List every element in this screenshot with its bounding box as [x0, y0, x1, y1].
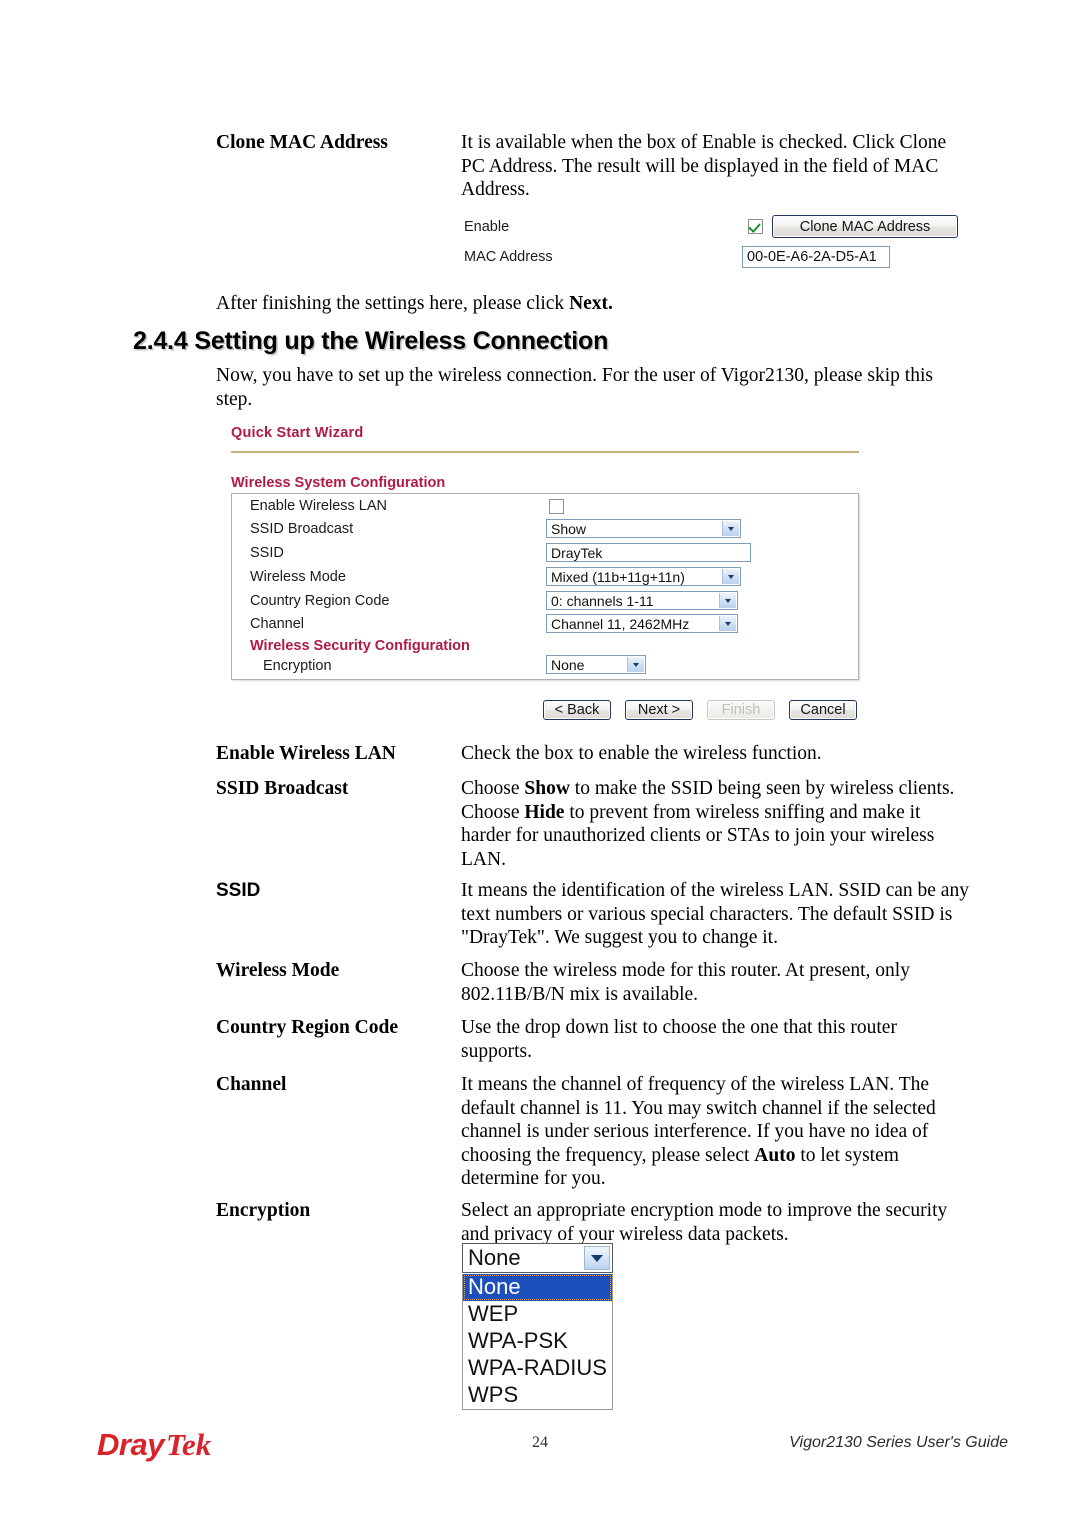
encryption-option-list[interactable]: None WEP WPA-PSK WPA-RADIUS WPS — [462, 1274, 613, 1410]
definition-description: Use the drop down list to choose the one… — [461, 1017, 897, 1062]
definition-term: Enable Wireless LAN — [216, 743, 396, 764]
mac-address-input[interactable]: 00-0E-A6-2A-D5-A1 — [742, 246, 890, 268]
mac-address-label: MAC Address — [464, 249, 553, 265]
row-label-encryption: Encryption — [263, 658, 332, 674]
wireless-mode-select[interactable]: Mixed (11b+11g+11n) — [546, 567, 741, 586]
definition-term: Country Region Code — [216, 1017, 399, 1038]
encryption-value: None — [551, 656, 585, 673]
row-label-wireless-mode: Wireless Mode — [250, 569, 346, 585]
ssid-broadcast-value: Show — [551, 520, 587, 537]
cancel-button[interactable]: Cancel — [789, 700, 857, 720]
after-note-bold: Next. — [569, 293, 613, 314]
definition-row-clone-mac: Clone MAC Address It is available when t… — [216, 131, 986, 202]
option-none[interactable]: None — [463, 1274, 612, 1301]
wireless-system-configuration-caption: Wireless System Configuration — [231, 475, 446, 491]
wizard-divider — [231, 451, 859, 453]
row-label-ssid: SSID — [250, 545, 284, 561]
wireless-mode-value: Mixed (11b+11g+11n) — [551, 568, 685, 585]
option-wps[interactable]: WPS — [463, 1382, 612, 1409]
chevron-down-icon[interactable] — [719, 593, 736, 608]
row-label-enable-wireless-lan: Enable Wireless LAN — [250, 498, 387, 514]
chevron-down-icon[interactable] — [722, 569, 739, 584]
finish-button: Finish — [707, 700, 775, 720]
encryption-combobox[interactable]: None — [462, 1243, 613, 1273]
footer-guide-title: Vigor2130 Series User's Guide — [789, 1434, 1008, 1451]
definition-term: SSID — [216, 880, 261, 901]
enable-wireless-lan-checkbox[interactable] — [549, 499, 564, 514]
back-button[interactable]: < Back — [543, 700, 611, 720]
definition-description: It is available when the box of Enable i… — [461, 132, 947, 201]
encryption-select[interactable]: None — [546, 655, 646, 674]
page-title: 2.4.4 Setting up the Wireless Connection — [133, 327, 609, 355]
ssid-input[interactable]: DrayTek — [546, 543, 751, 562]
definition-row-country-region-code: Country Region Code Use the drop down li… — [216, 1016, 986, 1063]
definition-row-ssid: SSID It means the identification of the … — [216, 879, 986, 950]
definition-term: Clone MAC Address — [216, 132, 388, 153]
definition-description: It means the identification of the wirel… — [461, 880, 969, 949]
definition-description: Select an appropriate encryption mode to… — [461, 1200, 948, 1245]
option-wpa-psk[interactable]: WPA-PSK — [463, 1328, 612, 1355]
definition-row-encryption: Encryption Select an appropriate encrypt… — [216, 1199, 986, 1246]
definition-row-channel: Channel It means the channel of frequenc… — [216, 1073, 986, 1191]
definition-description: It means the channel of frequency of the… — [461, 1074, 936, 1190]
enable-checkbox[interactable] — [748, 219, 763, 234]
country-region-code-select[interactable]: 0: channels 1-11 — [546, 591, 738, 610]
after-note-text: After finishing the settings here, pleas… — [216, 293, 570, 314]
chevron-down-icon[interactable] — [719, 616, 736, 631]
row-label-country-region-code: Country Region Code — [250, 593, 390, 609]
section-intro: Now, you have to set up the wireless con… — [216, 365, 933, 410]
definition-description: Check the box to enable the wireless fun… — [461, 743, 822, 764]
option-wpa-radius[interactable]: WPA-RADIUS — [463, 1355, 612, 1382]
definition-row-wireless-mode: Wireless Mode Choose the wireless mode f… — [216, 959, 986, 1006]
chevron-down-icon[interactable] — [627, 657, 644, 672]
option-wep[interactable]: WEP — [463, 1301, 612, 1328]
clone-mac-address-button[interactable]: Clone MAC Address — [772, 215, 958, 238]
chevron-down-icon[interactable] — [584, 1246, 610, 1270]
channel-value: Channel 11, 2462MHz — [551, 615, 690, 632]
wireless-security-configuration-caption: Wireless Security Configuration — [250, 638, 470, 654]
definition-term: Channel — [216, 1074, 287, 1095]
row-label-channel: Channel — [250, 616, 305, 632]
definition-description: Choose Show to make the SSID being seen … — [461, 778, 955, 870]
country-region-code-value: 0: channels 1-11 — [551, 592, 654, 609]
definition-term: Wireless Mode — [216, 960, 340, 981]
definition-term: SSID Broadcast — [216, 778, 349, 799]
ssid-broadcast-select[interactable]: Show — [546, 519, 741, 538]
row-label-ssid-broadcast: SSID Broadcast — [250, 521, 354, 537]
definition-term: Encryption — [216, 1200, 311, 1221]
ssid-value: DrayTek — [551, 544, 603, 561]
encryption-selected-value: None — [468, 1245, 521, 1270]
next-button[interactable]: Next > — [625, 700, 693, 720]
definition-description: Choose the wireless mode for this router… — [461, 960, 910, 1005]
enable-label: Enable — [464, 219, 510, 235]
document-page: Clone MAC Address It is available when t… — [0, 0, 1080, 1528]
definition-row-enable-wireless-lan: Enable Wireless LAN Check the box to ena… — [216, 742, 986, 766]
channel-select[interactable]: Channel 11, 2462MHz — [546, 614, 738, 633]
definition-row-ssid-broadcast: SSID Broadcast Choose Show to make the S… — [216, 777, 986, 871]
chevron-down-icon[interactable] — [722, 521, 739, 536]
wizard-title: Quick Start Wizard — [231, 425, 364, 441]
after-settings-note: After finishing the settings here, pleas… — [216, 292, 916, 316]
